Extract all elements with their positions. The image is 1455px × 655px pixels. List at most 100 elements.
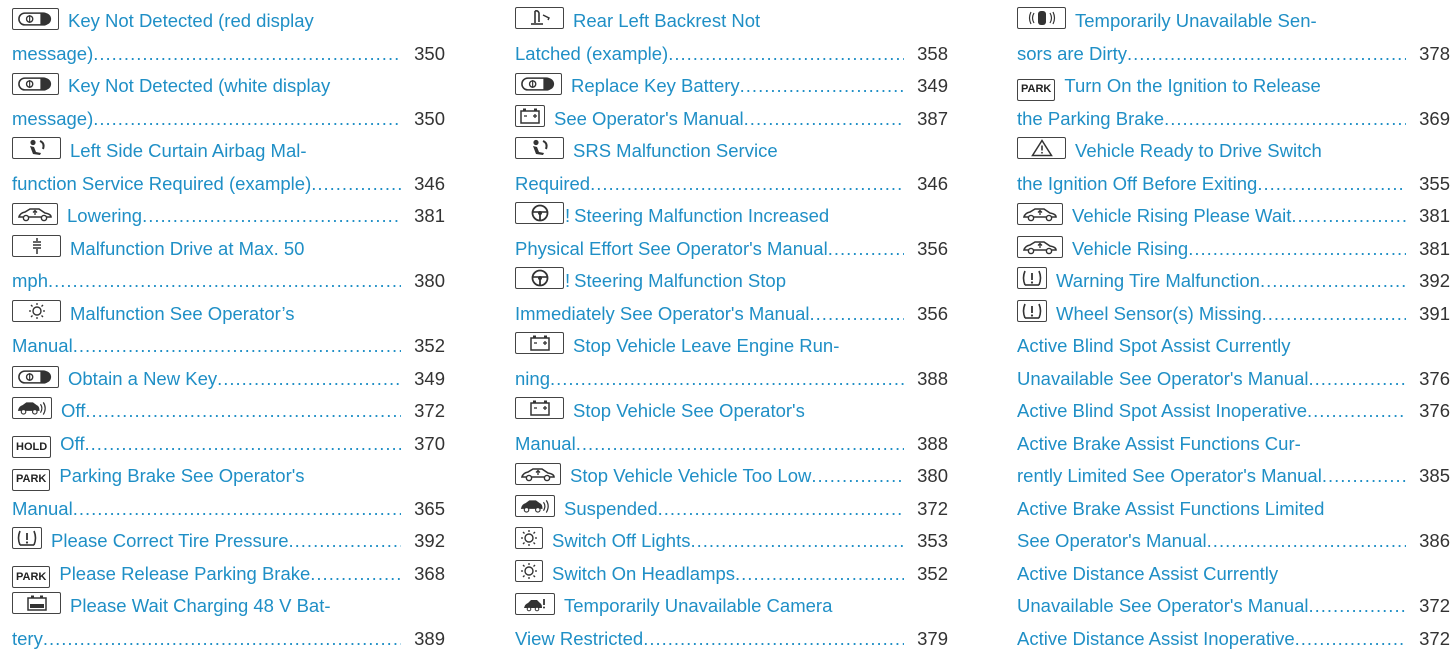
index-entry-text[interactable]: See Operator's Manual bbox=[554, 103, 744, 136]
index-entry[interactable]: HOLDOff370 bbox=[12, 428, 445, 461]
index-entry-text[interactable]: Off bbox=[60, 428, 84, 461]
index-entry-text[interactable]: Steering Malfunction Increased bbox=[574, 200, 829, 233]
index-entry[interactable]: Switch On Headlamps352 bbox=[515, 558, 948, 591]
index-entry[interactable]: Suspended372 bbox=[515, 493, 948, 526]
index-entry-text[interactable]: tery bbox=[12, 623, 43, 655]
index-entry[interactable]: Malfunction See Operator’sManual352 bbox=[12, 298, 445, 363]
index-entry-text[interactable]: Stop Vehicle See Operator's bbox=[573, 395, 805, 428]
index-entry-text[interactable]: Key Not Detected (white display bbox=[68, 70, 330, 103]
index-entry-text[interactable]: sors are Dirty bbox=[1017, 38, 1127, 71]
index-entry-text[interactable]: Physical Effort See Operator's Manual bbox=[515, 233, 828, 266]
index-entry[interactable]: Vehicle Ready to Drive Switchthe Ignitio… bbox=[1017, 135, 1450, 200]
index-entry-text[interactable]: Lowering bbox=[67, 200, 142, 233]
index-entry-text[interactable]: Active Brake Assist Functions Cur- bbox=[1017, 428, 1301, 461]
index-entry-text[interactable]: Please Wait Charging 48 V Bat- bbox=[70, 590, 331, 623]
index-entry[interactable]: Active Distance Assist Inoperative372 bbox=[1017, 623, 1450, 655]
index-entry-text[interactable]: See Operator's Manual bbox=[1017, 525, 1207, 558]
index-entry-text[interactable]: Steering Malfunction Stop bbox=[574, 265, 786, 298]
index-entry-text[interactable]: Left Side Curtain Airbag Mal- bbox=[70, 135, 307, 168]
index-entry-text[interactable]: Unavailable See Operator's Manual bbox=[1017, 590, 1308, 623]
index-entry[interactable]: Replace Key Battery349 bbox=[515, 70, 948, 103]
index-entry[interactable]: Lowering381 bbox=[12, 200, 445, 233]
index-entry-text[interactable]: Wheel Sensor(s) Missing bbox=[1056, 298, 1262, 331]
index-entry-text[interactable]: View Restricted bbox=[515, 623, 643, 655]
index-entry[interactable]: Vehicle Rising381 bbox=[1017, 233, 1450, 266]
index-entry-text[interactable]: Please Correct Tire Pressure bbox=[51, 525, 289, 558]
index-entry-text[interactable]: Manual bbox=[12, 330, 73, 363]
index-entry[interactable]: !Steering Malfunction IncreasedPhysical … bbox=[515, 200, 948, 265]
index-entry[interactable]: Please Correct Tire Pressure392 bbox=[12, 525, 445, 558]
index-entry[interactable]: Active Brake Assist Functions LimitedSee… bbox=[1017, 493, 1450, 558]
index-entry-text[interactable]: Off bbox=[61, 395, 85, 428]
index-entry-text[interactable]: Switch On Headlamps bbox=[552, 558, 735, 591]
index-entry[interactable]: Stop Vehicle Vehicle Too Low380 bbox=[515, 460, 948, 493]
index-entry-text[interactable]: Active Distance Assist Inoperative bbox=[1017, 623, 1295, 655]
index-entry-text[interactable]: the Ignition Off Before Exiting bbox=[1017, 168, 1257, 201]
index-entry-text[interactable]: Turn On the Ignition to Release bbox=[1064, 70, 1320, 103]
index-entry-text[interactable]: Vehicle Rising Please Wait bbox=[1072, 200, 1291, 233]
index-entry-text[interactable]: Malfunction See Operator’s bbox=[70, 298, 295, 331]
index-entry[interactable]: Active Blind Spot Assist CurrentlyUnavai… bbox=[1017, 330, 1450, 395]
index-entry[interactable]: PARKParking Brake See Operator'sManual36… bbox=[12, 460, 445, 525]
index-entry[interactable]: Please Wait Charging 48 V Bat-tery389 bbox=[12, 590, 445, 655]
index-entry-text[interactable]: SRS Malfunction Service bbox=[573, 135, 778, 168]
index-entry[interactable]: SRS Malfunction ServiceRequired346 bbox=[515, 135, 948, 200]
index-entry-text[interactable]: Active Distance Assist Currently bbox=[1017, 558, 1278, 591]
index-entry-text[interactable]: Malfunction Drive at Max. 50 bbox=[70, 233, 304, 266]
index-entry-text[interactable]: Stop Vehicle Leave Engine Run- bbox=[573, 330, 839, 363]
index-entry-text[interactable]: mph bbox=[12, 265, 48, 298]
index-entry[interactable]: PARKTurn On the Ignition to Releasethe P… bbox=[1017, 70, 1450, 135]
index-entry[interactable]: Rear Left Backrest NotLatched (example)3… bbox=[515, 5, 948, 70]
index-entry-text[interactable]: Required bbox=[515, 168, 590, 201]
index-entry-text[interactable]: Switch Off Lights bbox=[552, 525, 690, 558]
index-entry[interactable]: Temporarily Unavailable Sen-sors are Dir… bbox=[1017, 5, 1450, 70]
index-entry-text[interactable]: Temporarily Unavailable Camera bbox=[564, 590, 832, 623]
index-entry-text[interactable]: Temporarily Unavailable Sen- bbox=[1075, 5, 1317, 38]
index-entry[interactable]: Temporarily Unavailable CameraView Restr… bbox=[515, 590, 948, 655]
index-entry-text[interactable]: message) bbox=[12, 103, 93, 136]
index-entry-text[interactable]: Unavailable See Operator's Manual bbox=[1017, 363, 1308, 396]
index-entry-text[interactable]: Vehicle Ready to Drive Switch bbox=[1075, 135, 1322, 168]
index-entry[interactable]: Active Blind Spot Assist Inoperative376 bbox=[1017, 395, 1450, 428]
index-entry-text[interactable]: message) bbox=[12, 38, 93, 71]
index-entry-text[interactable]: Key Not Detected (red display bbox=[68, 5, 314, 38]
index-entry[interactable]: Left Side Curtain Airbag Mal-function Se… bbox=[12, 135, 445, 200]
index-entry[interactable]: See Operator's Manual387 bbox=[515, 103, 948, 136]
index-entry-text[interactable]: Active Blind Spot Assist Inoperative bbox=[1017, 395, 1307, 428]
index-entry[interactable]: Active Brake Assist Functions Cur-rently… bbox=[1017, 428, 1450, 493]
index-entry-text[interactable]: ning bbox=[515, 363, 550, 396]
index-entry-text[interactable]: Rear Left Backrest Not bbox=[573, 5, 760, 38]
index-entry[interactable]: Stop Vehicle Leave Engine Run-ning388 bbox=[515, 330, 948, 395]
index-entry-text[interactable]: Latched (example) bbox=[515, 38, 668, 71]
index-entry[interactable]: Key Not Detected (white displaymessage)3… bbox=[12, 70, 445, 135]
index-entry-text[interactable]: Manual bbox=[12, 493, 73, 526]
index-entry[interactable]: Key Not Detected (red displaymessage)350 bbox=[12, 5, 445, 70]
index-entry[interactable]: Obtain a New Key349 bbox=[12, 363, 445, 396]
index-entry-text[interactable]: Immediately See Operator's Manual bbox=[515, 298, 810, 331]
index-entry-text[interactable]: Please Release Parking Brake bbox=[59, 558, 310, 591]
index-entry[interactable]: Warning Tire Malfunction392 bbox=[1017, 265, 1450, 298]
index-entry[interactable]: !Steering Malfunction StopImmediately Se… bbox=[515, 265, 948, 330]
index-entry-text[interactable]: Active Blind Spot Assist Currently bbox=[1017, 330, 1291, 363]
index-entry-text[interactable]: Vehicle Rising bbox=[1072, 233, 1188, 266]
index-entry[interactable]: Malfunction Drive at Max. 50mph380 bbox=[12, 233, 445, 298]
index-entry-text[interactable]: Suspended bbox=[564, 493, 658, 526]
index-entry-text[interactable]: function Service Required (example) bbox=[12, 168, 311, 201]
index-entry-text[interactable]: the Parking Brake bbox=[1017, 103, 1164, 136]
index-entry[interactable]: Switch Off Lights353 bbox=[515, 525, 948, 558]
index-entry-text[interactable]: Obtain a New Key bbox=[68, 363, 217, 396]
index-entry-text[interactable]: rently Limited See Operator's Manual bbox=[1017, 460, 1322, 493]
index-entry[interactable]: Wheel Sensor(s) Missing391 bbox=[1017, 298, 1450, 331]
index-entry[interactable]: Off372 bbox=[12, 395, 445, 428]
index-entry-text[interactable]: Parking Brake See Operator's bbox=[59, 460, 304, 493]
index-entry[interactable]: PARKPlease Release Parking Brake368 bbox=[12, 558, 445, 591]
index-entry-text[interactable]: Replace Key Battery bbox=[571, 70, 740, 103]
page-number: 355 bbox=[1406, 168, 1450, 201]
index-entry[interactable]: Stop Vehicle See Operator'sManual388 bbox=[515, 395, 948, 460]
index-entry-text[interactable]: Manual bbox=[515, 428, 576, 461]
index-entry-text[interactable]: Active Brake Assist Functions Limited bbox=[1017, 493, 1324, 526]
index-entry-text[interactable]: Stop Vehicle Vehicle Too Low bbox=[570, 460, 811, 493]
index-entry[interactable]: Active Distance Assist CurrentlyUnavaila… bbox=[1017, 558, 1450, 623]
index-entry[interactable]: Vehicle Rising Please Wait381 bbox=[1017, 200, 1450, 233]
index-entry-text[interactable]: Warning Tire Malfunction bbox=[1056, 265, 1260, 298]
